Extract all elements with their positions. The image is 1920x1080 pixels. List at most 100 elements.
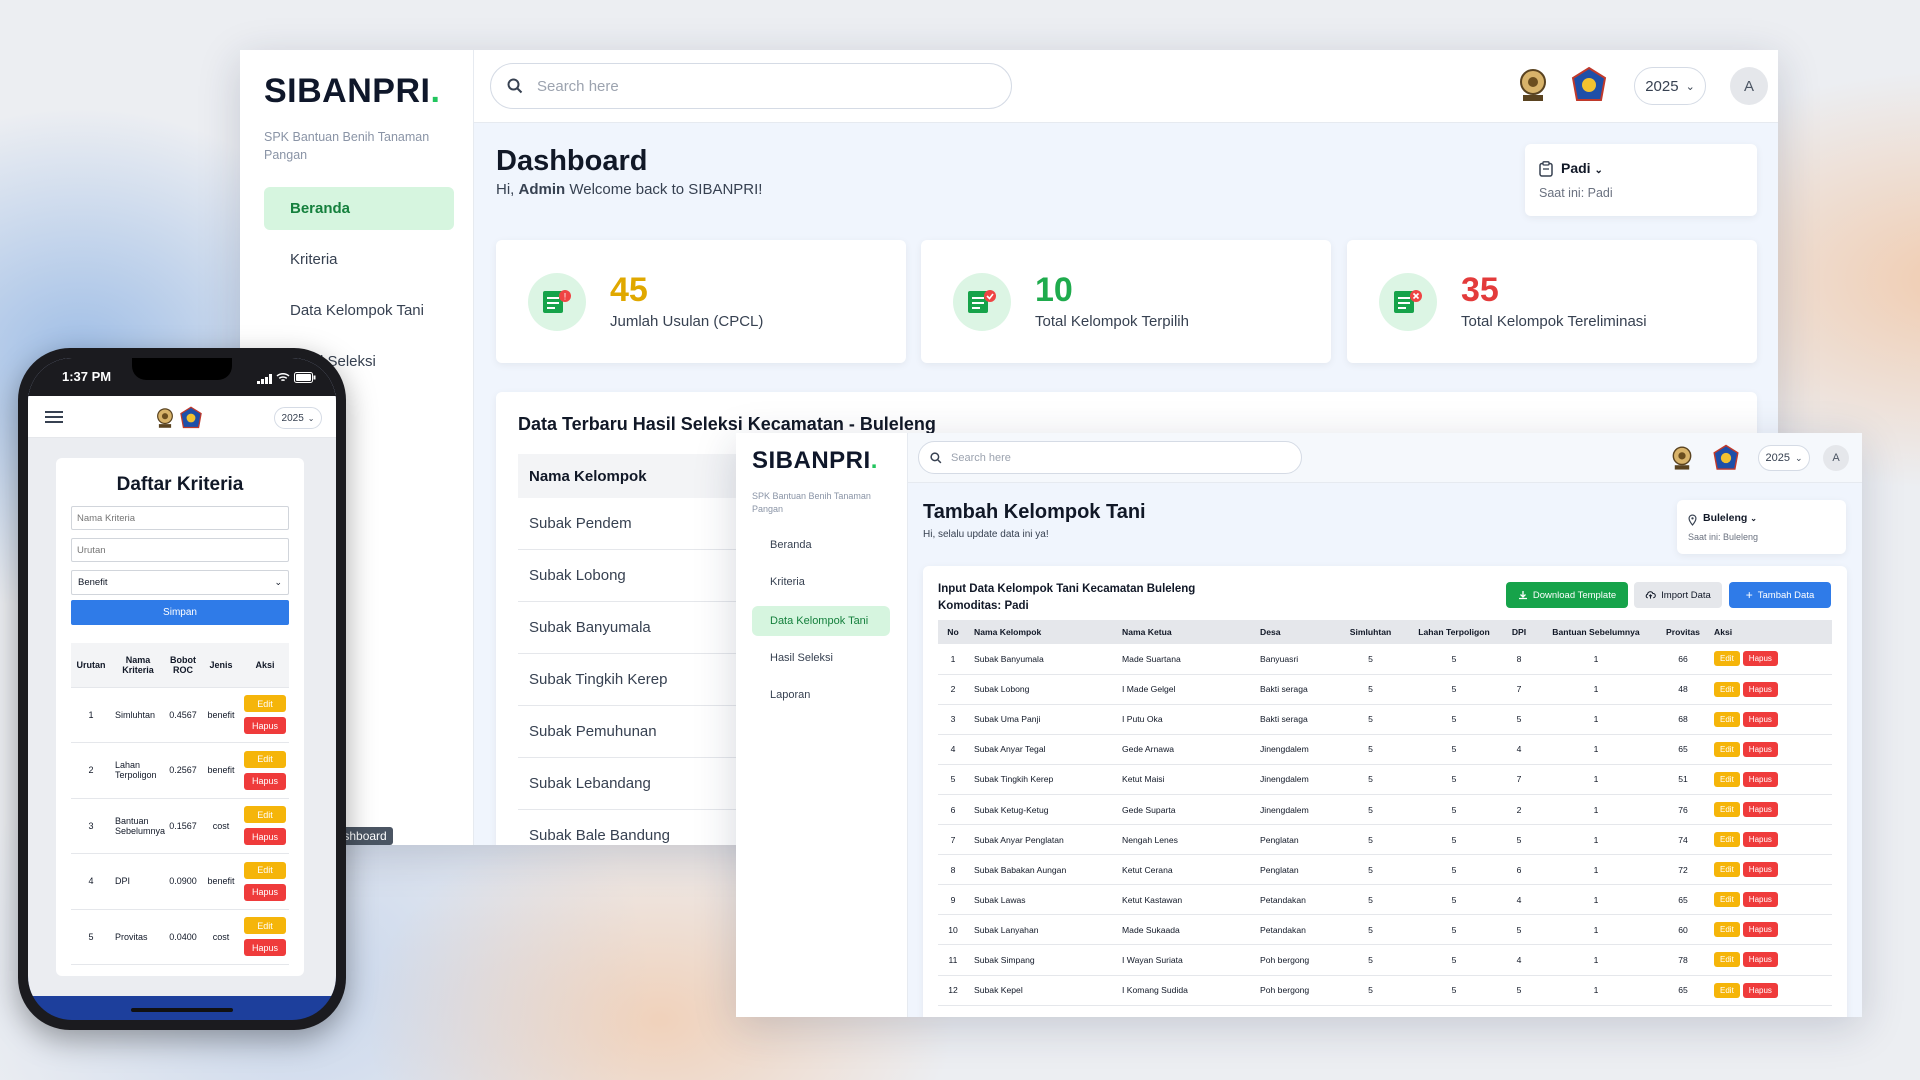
home-indicator	[131, 1008, 233, 1012]
delete-button[interactable]: Hapus	[1742, 741, 1778, 757]
sidebar-item-data-kelompok-tani[interactable]: Data Kelompok Tani	[752, 606, 890, 636]
plus-icon: +	[1745, 588, 1753, 602]
table-cell: 10	[948, 924, 958, 935]
edit-button[interactable]: Edit	[244, 750, 287, 768]
actions-cell: Edit Hapus	[1708, 704, 1832, 734]
delete-button[interactable]: Hapus	[1742, 952, 1778, 968]
commodity-selector[interactable]: Padi ⌄ Saat ini: Padi	[1525, 144, 1757, 216]
delete-button[interactable]: Hapus	[1742, 862, 1778, 878]
table-cell: 2	[1516, 804, 1522, 815]
criteria-order-input[interactable]	[71, 538, 289, 562]
page-title: Dashboard	[496, 145, 648, 177]
edit-button[interactable]: Edit	[1714, 651, 1740, 667]
clipboard-icon	[1539, 161, 1553, 182]
delete-button[interactable]: Hapus	[1742, 802, 1778, 818]
table-cell: Poh bergong	[1260, 985, 1310, 996]
search-input[interactable]	[951, 451, 1251, 464]
edit-button[interactable]: Edit	[244, 695, 287, 713]
year-select[interactable]: 2025 ⌄	[1634, 67, 1706, 105]
edit-button[interactable]: Edit	[1714, 711, 1740, 727]
table-cell: 1	[1593, 804, 1599, 815]
sidebar-item-laporan[interactable]: Laporan	[752, 680, 890, 710]
column-header: Aksi	[241, 643, 289, 688]
download-template-button[interactable]: Download Template	[1506, 582, 1628, 608]
criteria-type-select[interactable]: Benefit ⌄	[71, 570, 289, 595]
edit-button[interactable]: Edit	[1714, 832, 1740, 848]
delete-button[interactable]: Hapus	[1742, 651, 1778, 667]
import-data-button[interactable]: Import Data	[1634, 582, 1722, 608]
year-select[interactable]: 2025 ⌄	[274, 407, 322, 429]
year-value: 2025	[1645, 77, 1679, 95]
delete-button[interactable]: Hapus	[1742, 892, 1778, 908]
actions-cell: Edit Hapus	[1708, 764, 1832, 794]
edit-button[interactable]: Edit	[1714, 952, 1740, 968]
delete-button[interactable]: Hapus	[1742, 681, 1778, 697]
avatar[interactable]: A	[1730, 67, 1768, 105]
edit-button[interactable]: Edit	[244, 917, 287, 935]
column-header: Bantuan Sebelumnya	[1552, 627, 1640, 637]
chevron-down-icon: ⌄	[1794, 452, 1803, 463]
table-cell: 5	[1451, 924, 1457, 935]
hamburger-menu-icon[interactable]	[45, 410, 63, 429]
add-data-button[interactable]: + Tambah Data	[1729, 582, 1831, 608]
edit-button[interactable]: Edit	[1714, 771, 1740, 787]
search-bar[interactable]	[918, 441, 1302, 474]
delete-button[interactable]: Hapus	[1742, 832, 1778, 848]
column-header: Jenis	[201, 643, 242, 688]
table-row: 12 Subak Kepel I Komang Sudida Poh bergong 5…	[938, 975, 1832, 1006]
edit-button[interactable]: Edit	[1714, 922, 1740, 938]
table-cell: 0.4567	[165, 687, 202, 743]
actions-cell: Edit Hapus	[1708, 975, 1832, 1005]
delete-button[interactable]: Hapus	[244, 828, 287, 846]
delete-button[interactable]: Hapus	[244, 939, 287, 957]
table-row: 2 Lahan Terpoligon 0.2567 benefit Edit Hapus	[71, 742, 289, 799]
table-cell: 51	[1678, 774, 1688, 785]
edit-button[interactable]: Edit	[244, 861, 287, 879]
welcome-text: Hi, Admin Welcome back to SIBANPRI!	[496, 181, 763, 198]
chevron-down-icon: ⌄	[274, 577, 282, 587]
delete-button[interactable]: Hapus	[1742, 922, 1778, 938]
save-button[interactable]: Simpan	[71, 600, 289, 625]
edit-button[interactable]: Edit	[1714, 982, 1740, 998]
search-input[interactable]	[537, 77, 957, 95]
search-bar[interactable]	[490, 63, 1012, 109]
table-cell: Bantuan Sebelumnya	[111, 798, 165, 854]
location-selector[interactable]: Buleleng ⌄ Saat ini: Buleleng	[1677, 500, 1846, 554]
chevron-down-icon: ⌄	[1750, 514, 1757, 523]
avatar[interactable]: A	[1823, 445, 1849, 471]
edit-button[interactable]: Edit	[1714, 741, 1740, 757]
edit-button[interactable]: Edit	[1714, 862, 1740, 878]
sidebar-item-data-kelompok-tani[interactable]: Data Kelompok Tani	[264, 289, 454, 332]
sidebar-item-kriteria[interactable]: Kriteria	[752, 567, 890, 597]
cloud-upload-icon	[1645, 590, 1656, 600]
criteria-name-input[interactable]	[71, 506, 289, 530]
sidebar-item-beranda[interactable]: Beranda	[752, 530, 890, 560]
edit-button[interactable]: Edit	[1714, 892, 1740, 908]
sidebar-item-kriteria[interactable]: Kriteria	[264, 238, 454, 281]
actions-cell: Edit Hapus	[1708, 825, 1832, 855]
edit-button[interactable]: Edit	[1714, 802, 1740, 818]
table-cell: 5	[1451, 653, 1457, 664]
svg-text:!: !	[564, 291, 567, 301]
column-header: Urutan	[71, 643, 111, 688]
delete-button[interactable]: Hapus	[1742, 771, 1778, 787]
table-cell: 3	[71, 798, 111, 854]
table-cell: 76	[1678, 804, 1688, 815]
delete-button[interactable]: Hapus	[1742, 982, 1778, 998]
stat-label: Total Kelompok Terpilih	[1035, 313, 1189, 330]
table-cell: benefit	[201, 742, 242, 799]
year-select[interactable]: 2025 ⌄	[1758, 445, 1810, 471]
table-cell: 74	[1678, 834, 1688, 845]
regency-logo-icon	[179, 406, 203, 435]
sidebar-item-hasil-seleksi[interactable]: Hasil Seleksi	[752, 643, 890, 673]
delete-button[interactable]: Hapus	[244, 883, 287, 901]
edit-button[interactable]: Edit	[244, 806, 287, 824]
table-cell: Jinengdalem	[1260, 744, 1309, 755]
sidebar-item-beranda[interactable]: Beranda	[264, 187, 454, 230]
map-pin-icon	[1688, 513, 1697, 531]
edit-button[interactable]: Edit	[1714, 681, 1740, 697]
delete-button[interactable]: Hapus	[1742, 711, 1778, 727]
delete-button[interactable]: Hapus	[244, 717, 287, 735]
delete-button[interactable]: Hapus	[244, 772, 287, 790]
table-cell: I Komang Sudida	[1122, 985, 1188, 996]
